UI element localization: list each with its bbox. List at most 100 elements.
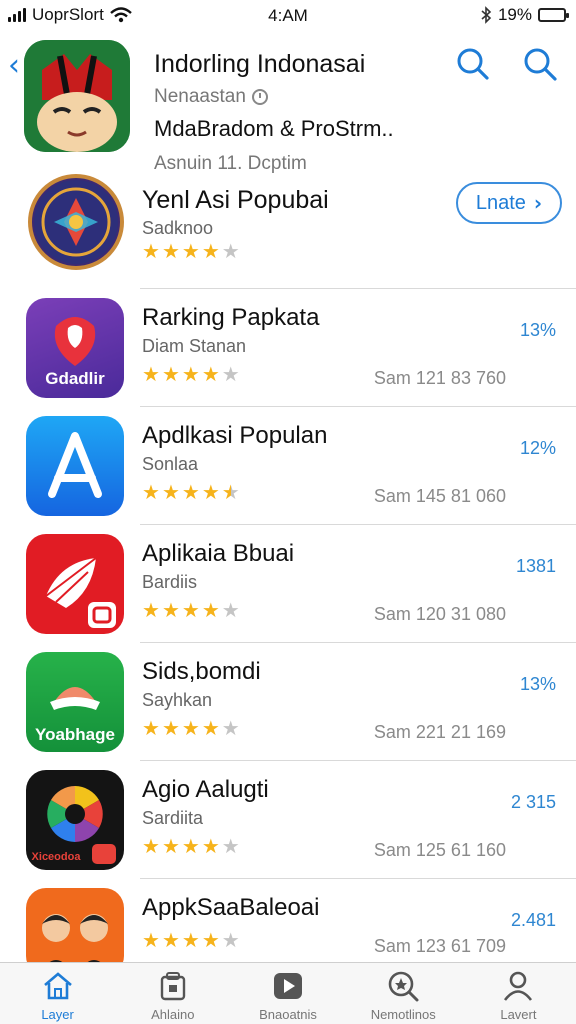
list-item[interactable]: Aplikaia Bbuai Bardiis ★ ★ ★ ★ ★ Sam 120 31 … [0,524,576,642]
star-icon: ★ [161,362,180,386]
star-icon: ★ [201,928,220,952]
folded-fan-icon [26,534,124,634]
app-subtitle: Sardiita [142,808,204,828]
tab-label: Bnaoatnis [259,1007,317,1022]
tab-bar: Layer Ahlaino Bnaoatnis Nemotlinos Laver… [0,962,576,1024]
play-icon [274,973,302,999]
tab-layer[interactable]: Layer [0,963,115,1024]
star-icon: ★ [181,716,200,740]
star-icon: ★ [221,362,240,386]
tab-label: Ahlaino [151,1007,195,1022]
color-wheel-icon: Xiceodoa [26,770,124,870]
app-badge: 12% [519,438,556,458]
emblem-icon [34,180,118,264]
star-icon: ★ [201,716,220,740]
lock-box-icon [160,972,185,1001]
list-item[interactable]: Xiceodoa Agio Aalugti Sardiita ★ ★ ★ ★ ★ Sam… [0,760,576,878]
star-icon: ★ [142,480,160,504]
header-subtitle: Nenaastan [154,86,268,108]
tab-nemotlinos[interactable]: Nemotlinos [346,963,461,1024]
star-icon: ★ [201,480,220,504]
featured-app-title[interactable]: Yenl Asi Popubai [142,186,329,215]
list-item[interactable]: Yoabhage Sids,bomdi Sayhkan ★ ★ ★ ★ ★ Sam 22… [0,642,576,760]
star-icon: ★ [181,239,200,263]
app-store-graphic [48,432,102,498]
bluetooth-icon [481,6,492,24]
tab-label: Layer [41,1007,74,1022]
star-icon: ★ [181,598,200,622]
star-icon: ★ [221,834,240,858]
featured-app-subtitle: Sadknoo [142,218,214,238]
header-description: MdaBradom & ProStrm.. [154,116,394,141]
app-badge: 13% [519,320,556,340]
status-right: 19% [480,5,569,25]
rose-graphic: Gdadlir [45,317,105,388]
person-icon [504,971,533,1001]
list-item[interactable]: Apdlkasi Populan Sonlaa ★ ★ ★ ★ ★ Sam 145 81… [0,406,576,524]
update-button[interactable]: Lnate › [456,182,562,224]
chevron-right-icon: › [533,191,543,215]
app-title: Agio Aalugti [142,776,269,803]
featured-app-icon[interactable] [28,174,124,270]
app-badge: 2 315 [510,792,556,812]
app-subtitle: Diam Stanan [142,336,247,356]
tab-ahlaino[interactable]: Ahlaino [115,963,230,1024]
search-button[interactable] [522,46,558,82]
star-icon: ★ [201,239,220,263]
app-size: Sam 121 83 760 [373,368,506,388]
update-button-label: Lnate [475,191,526,214]
star-icon: ★ [181,928,200,952]
color-wheel-icon-label: Xiceodoa [32,851,82,863]
star-icon: ★ [142,716,160,740]
star-icon: ★ [181,834,200,858]
row-divider [140,642,576,643]
battery-icon [538,8,569,22]
star-icon: ★ [161,239,180,263]
rose-icon-label: Gdadlir [45,369,105,388]
header-app-icon [24,40,130,152]
app-size: Sam 123 61 709 [373,936,506,956]
mask-face-icon [24,40,130,152]
star-icon: ★ [161,716,180,740]
star-icon: ★ [161,598,180,622]
header-subtitle-text: Nenaastan [154,86,246,107]
row-divider [140,524,576,525]
tab-bnaoatnis[interactable]: Bnaoatnis [230,963,345,1024]
list-item[interactable]: Gdadlir Rarking Papkata Diam Stanan ★ ★ ★ ★… [0,288,576,406]
row-divider [140,760,576,761]
app-title: Apdlkasi Populan [142,422,328,449]
star-icon: ★ [201,598,220,622]
clock-icon [251,89,268,105]
app-size: Sam 145 81 060 [373,486,506,506]
app-title: Aplikaia Bbuai [142,540,295,567]
status-bar: UoprSlort 4:AM 19% [0,0,576,30]
star-icon: ★ [181,480,200,504]
hat-graphic: Yoabhage [35,687,115,744]
tab-label: Lavert [500,1007,537,1022]
star-icon: ★ [201,834,220,858]
app-title: AppkSaaBaleoai [142,894,320,921]
favorites-search-button[interactable] [454,46,490,82]
hat-icon: Yoabhage [26,652,124,752]
page-title: Indorling Indonasai [154,50,366,78]
star-icon: ★ [221,598,240,622]
featured-rating-stars: ★ ★ ★ ★ ★ [142,241,240,261]
hat-icon-label: Yoabhage [35,725,115,744]
app-badge: 1381 [515,556,556,576]
app-badge: 2.481 [510,910,556,930]
back-chevron-icon[interactable]: ‹ [8,48,20,83]
tab-lavert[interactable]: Lavert [461,963,576,1024]
tab-label: Nemotlinos [370,1007,436,1022]
row-divider [140,406,576,407]
star-icon: ★ [161,928,180,952]
row-divider [140,288,576,289]
home-icon [43,972,72,1000]
star-icon: ★ [201,362,220,386]
search-star-icon [388,971,419,1002]
app-badge: 13% [519,674,556,694]
star-icon: ★ [142,834,160,858]
folded-fan-graphic [45,557,116,628]
rating-stars: ★ ★ ★ ★ ★ [142,718,240,738]
star-icon: ★ [142,598,160,622]
app-subtitle: Bardiis [142,572,198,592]
